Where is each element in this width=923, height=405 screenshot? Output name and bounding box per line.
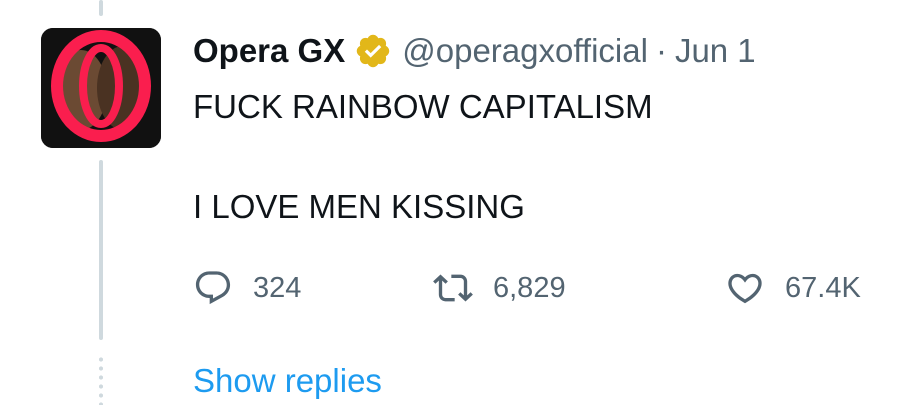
tweet-date[interactable]: Jun 1 [675, 32, 756, 70]
retweet-icon [433, 268, 473, 308]
retweet-button[interactable]: 6,829 [433, 266, 566, 310]
show-replies-link[interactable]: Show replies [193, 362, 382, 400]
reply-count: 324 [253, 271, 302, 304]
opera-gx-logo-icon [41, 28, 161, 148]
retweet-count: 6,829 [493, 271, 566, 304]
heart-icon [725, 268, 765, 308]
reply-bubble-icon [193, 268, 233, 308]
tweet-text-line-2: I LOVE MEN KISSING [193, 188, 525, 225]
thread-line [99, 160, 103, 340]
separator-dot: · [655, 32, 667, 69]
tweet-header: Opera GX @operagxofficial · Jun 1 [193, 28, 756, 74]
avatar[interactable] [41, 28, 161, 148]
verified-badge-icon[interactable] [354, 32, 392, 70]
like-button[interactable]: 67.4K [725, 266, 861, 310]
display-name[interactable]: Opera GX [193, 32, 345, 70]
like-count: 67.4K [785, 271, 861, 304]
reply-button[interactable]: 324 [193, 266, 301, 310]
thread-line-top [99, 0, 103, 16]
thread-dots [99, 355, 103, 405]
tweet-text-line-1: FUCK RAINBOW CAPITALISM [193, 88, 653, 125]
tweet-actions: 324 6,829 67.4K [193, 266, 883, 310]
author-handle[interactable]: @operagxofficial [402, 32, 648, 70]
